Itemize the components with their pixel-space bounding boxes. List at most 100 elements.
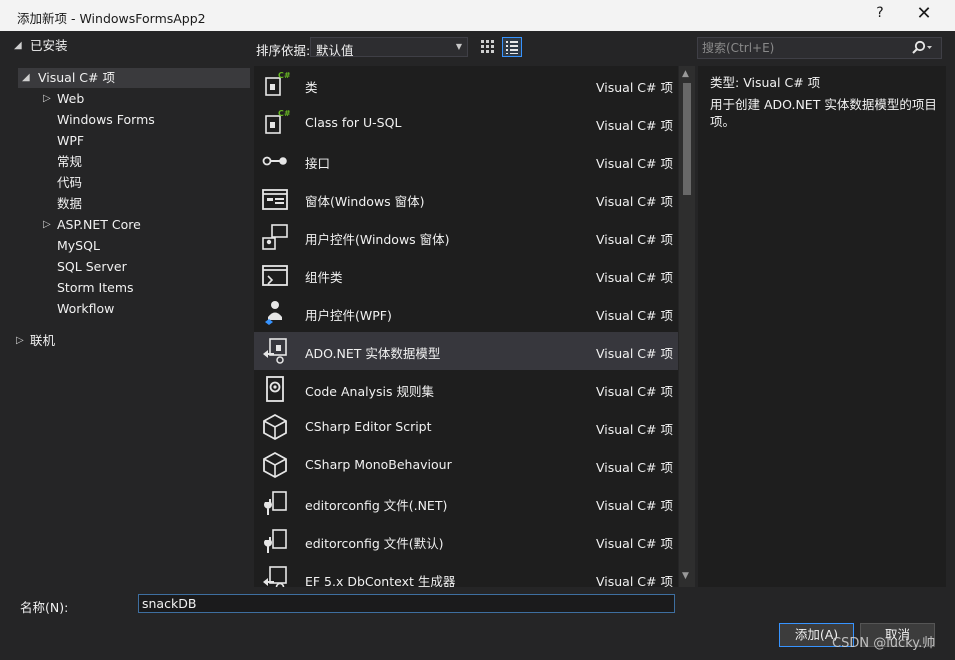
item-type: Visual C# 项	[596, 346, 673, 361]
list-item[interactable]: 组件类 Visual C# 项	[254, 256, 678, 294]
svg-text:C#: C#	[278, 109, 290, 118]
class-icon: C#	[260, 108, 291, 138]
item-type: Visual C# 项	[596, 232, 673, 247]
list-item[interactable]: Code Analysis 规则集 Visual C# 项	[254, 370, 678, 408]
list-item[interactable]: CSharp Editor Script Visual C# 项	[254, 408, 678, 446]
tree-label-online: 联机	[30, 333, 56, 348]
list-item[interactable]: editorconfig 文件(.NET) Visual C# 项	[254, 484, 678, 522]
list-item[interactable]: editorconfig 文件(默认) Visual C# 项	[254, 522, 678, 560]
tree-label-installed: 已安装	[30, 38, 68, 53]
item-type: Visual C# 项	[596, 384, 673, 399]
item-type: Visual C# 项	[596, 574, 673, 587]
item-name: editorconfig 文件(.NET)	[305, 498, 448, 513]
search-icon[interactable]	[911, 40, 933, 59]
name-field[interactable]	[138, 594, 675, 613]
sort-dropdown[interactable]: 默认值 ▼	[310, 37, 468, 58]
form-icon	[260, 184, 290, 214]
help-button[interactable]: ?	[870, 5, 890, 21]
entity-model-icon	[260, 336, 290, 366]
list-toolbar: 排序依据: 默认值 ▼	[252, 31, 695, 64]
item-type: Visual C# 项	[596, 536, 673, 551]
list-item[interactable]: C# Class for U-SQL Visual C# 项	[254, 104, 678, 142]
item-type: Visual C# 项	[596, 156, 673, 171]
window-title: 添加新项 - WindowsFormsApp2	[17, 11, 206, 26]
svg-text:C#: C#	[278, 71, 290, 80]
list-item[interactable]: CSharp MonoBehaviour Visual C# 项	[254, 446, 678, 484]
dialog-body: ◢ 已安装 ◢ Visual C# 项 ▷ Web Windows Forms WPF…	[0, 31, 955, 660]
ruleset-icon	[260, 374, 290, 404]
item-name: 组件类	[305, 270, 343, 285]
grid-view-icon	[481, 40, 494, 53]
grid-view-button[interactable]	[478, 37, 498, 57]
item-type: Visual C# 项	[596, 460, 673, 475]
close-button[interactable]: ✕	[908, 3, 940, 24]
item-type: Visual C# 项	[596, 308, 673, 323]
interface-icon	[260, 146, 290, 176]
item-name: CSharp Editor Script	[305, 419, 432, 434]
scroll-up-icon[interactable]: ▲	[682, 69, 689, 79]
type-value: Visual C# 项	[743, 75, 821, 90]
scroll-down-icon[interactable]: ▼	[682, 571, 689, 581]
expand-arrow-icon[interactable]: ▷	[43, 89, 51, 109]
description-panel: 类型: Visual C# 项 用于创建 ADO.NET 实体数据模型的项目项。	[698, 66, 946, 587]
item-name: 用户控件(Windows 窗体)	[305, 232, 450, 247]
list-view-icon	[506, 41, 518, 54]
list-item[interactable]: EF 5.x DbContext 生成器 Visual C# 项	[254, 560, 678, 587]
item-name: editorconfig 文件(默认)	[305, 536, 444, 551]
item-type: Visual C# 项	[596, 422, 673, 437]
expand-arrow-icon: ▷	[16, 335, 24, 346]
cube-icon	[260, 412, 290, 442]
sort-label: 排序依据:	[256, 43, 311, 58]
list-item[interactable]: 接口 Visual C# 项	[254, 142, 678, 180]
search-box[interactable]	[697, 37, 942, 59]
description-type: 类型: Visual C# 项	[710, 72, 820, 91]
type-label: 类型:	[710, 75, 740, 90]
item-name: Class for U-SQL	[305, 115, 402, 130]
item-type: Visual C# 项	[596, 498, 673, 513]
list-item[interactable]: 用户控件(Windows 窗体) Visual C# 项	[254, 218, 678, 256]
tree-child-label: 代码	[57, 175, 83, 190]
tree-child-label: Storm Items	[57, 280, 134, 295]
list-scrollbar[interactable]: ▲ ▼	[679, 66, 695, 587]
item-type: Visual C# 项	[596, 270, 673, 285]
item-name: 窗体(Windows 窗体)	[305, 194, 425, 209]
list-item[interactable]: ADO.NET 实体数据模型 Visual C# 项	[254, 332, 678, 370]
wrench-file-icon	[260, 526, 290, 556]
list-view-button[interactable]	[502, 37, 522, 57]
item-type: Visual C# 项	[596, 118, 673, 133]
item-name: ADO.NET 实体数据模型	[305, 346, 441, 361]
tree-child-label: ASP.NET Core	[57, 217, 141, 232]
item-name: Code Analysis 规则集	[305, 384, 434, 399]
item-name: CSharp MonoBehaviour	[305, 457, 452, 472]
bottom-bar: 名称(N): 添加(A) 取消	[8, 587, 947, 660]
list-item[interactable]: 用户控件(WPF) Visual C# 项	[254, 294, 678, 332]
item-type: Visual C# 项	[596, 194, 673, 209]
component-icon	[260, 260, 290, 290]
scroll-thumb[interactable]	[683, 83, 691, 195]
name-label: 名称(N):	[20, 600, 69, 615]
tree-label-visual-csharp: Visual C# 项	[38, 70, 115, 85]
expand-arrow-icon[interactable]: ▷	[43, 215, 51, 235]
chevron-down-icon: ▼	[455, 42, 462, 51]
tree-child-label: SQL Server	[57, 259, 127, 274]
item-name: 用户控件(WPF)	[305, 308, 392, 323]
list-item[interactable]: 窗体(Windows 窗体) Visual C# 项	[254, 180, 678, 218]
tree-child-label: Windows Forms	[57, 112, 155, 127]
tree-child-label: 数据	[57, 196, 83, 211]
title-bar: 添加新项 - WindowsFormsApp2 ? ✕	[0, 0, 955, 31]
category-tree: ◢ 已安装 ◢ Visual C# 项 ▷ Web Windows Forms WPF…	[8, 31, 252, 587]
template-list: C# 类 Visual C# 项 C# Class for U-SQL Visual C#…	[254, 66, 678, 587]
cube-icon	[260, 450, 290, 480]
description-text: 用于创建 ADO.NET 实体数据模型的项目项。	[710, 97, 937, 129]
tree-child-label: Workflow	[57, 301, 115, 316]
wrench-file-icon	[260, 488, 290, 518]
item-type: Visual C# 项	[596, 80, 673, 95]
generator-icon	[260, 564, 290, 587]
watermark: CSDN @lucky.帅	[832, 636, 936, 651]
tree-child-label: Web	[57, 91, 85, 106]
tree-child-label: MySQL	[57, 238, 100, 253]
list-item[interactable]: C# 类 Visual C# 项	[254, 66, 678, 104]
collapse-arrow-icon: ◢	[14, 40, 22, 51]
search-input[interactable]	[698, 38, 916, 58]
user-control-icon	[260, 222, 290, 252]
